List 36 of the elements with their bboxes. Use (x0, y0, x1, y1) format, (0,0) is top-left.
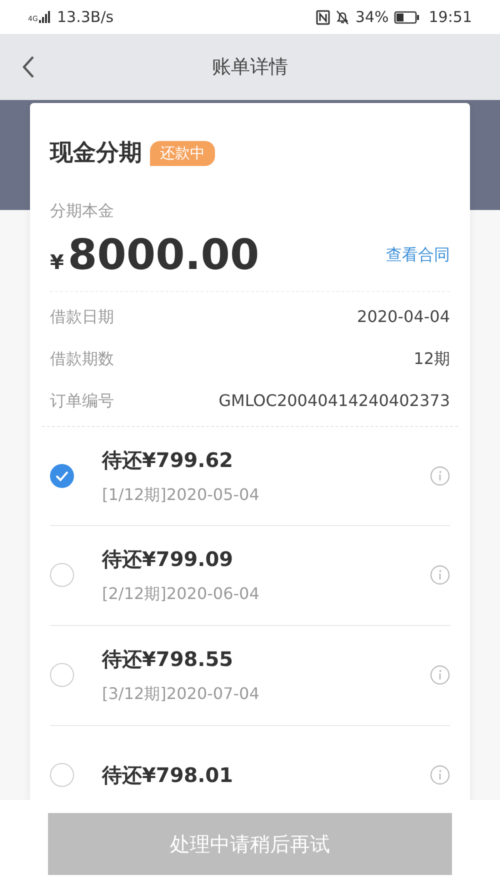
principal-amount: 8000.00 (68, 230, 260, 278)
info-icon[interactable] (430, 665, 450, 685)
installment-date: [2/12期]2020-06-04 (102, 583, 260, 605)
detail-value: 12期 (414, 348, 450, 370)
clock-time: 19:51 (428, 6, 472, 28)
radio-button[interactable] (50, 464, 74, 488)
info-icon[interactable] (430, 466, 450, 486)
page-title: 账单详情 (212, 54, 288, 80)
signal-icon (39, 11, 51, 23)
info-icon[interactable] (430, 565, 450, 585)
installment-amount: 待还¥798.55 (102, 646, 234, 673)
detail-value: GMLOC20040414240402373 (218, 390, 450, 412)
product-title: 现金分期 (50, 139, 142, 168)
installment-amount: 待还¥799.62 (102, 447, 234, 474)
installment-date: [1/12期]2020-05-04 (102, 484, 260, 506)
battery-percent: 34% (355, 6, 389, 28)
currency-symbol: ¥ (50, 248, 64, 276)
check-icon (55, 470, 69, 482)
installment-amount: 待还¥799.09 (102, 546, 234, 573)
detail-label: 借款期数 (50, 348, 114, 370)
principal-label: 分期本金 (50, 200, 115, 222)
radio-button[interactable] (50, 663, 74, 687)
network-speed: 13.3B/s (57, 6, 114, 28)
radio-button[interactable] (50, 563, 74, 587)
info-icon[interactable] (430, 765, 450, 785)
muted-bell-icon (335, 10, 350, 24)
detail-label: 订单编号 (50, 390, 114, 412)
installment-date: [3/12期]2020-07-04 (102, 683, 260, 705)
nfc-icon (316, 10, 330, 24)
status-badge: 还款中 (150, 141, 215, 166)
radio-button[interactable] (50, 763, 74, 787)
view-contract-link[interactable]: 查看合同 (386, 242, 450, 266)
detail-label: 借款日期 (50, 306, 114, 328)
detail-value: 2020-04-04 (357, 306, 450, 328)
installment-amount: 待还¥798.01 (102, 762, 234, 789)
battery-icon (394, 10, 420, 24)
